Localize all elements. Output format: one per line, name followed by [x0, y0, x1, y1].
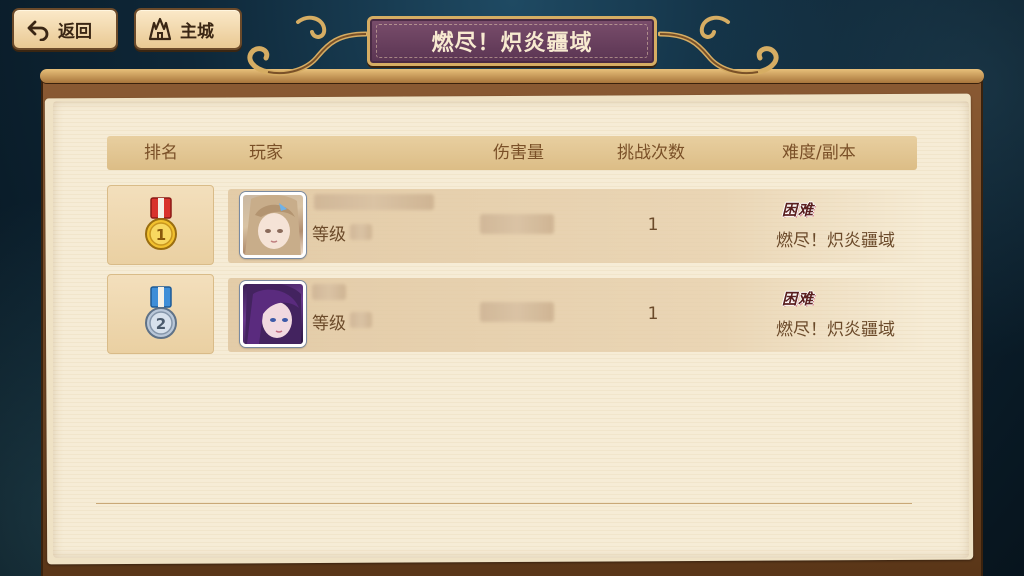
player-avatar[interactable]	[240, 281, 306, 347]
board-rim	[40, 69, 984, 83]
header-tries: 挑战次数	[617, 143, 685, 163]
castle-icon	[148, 17, 172, 41]
stage-name: 燃尽！炽炎疆域	[776, 320, 895, 340]
difficulty-badge: 困难	[782, 201, 815, 219]
rank-number: 1	[156, 226, 166, 244]
silver-medal-icon: 2	[145, 286, 177, 339]
back-arrow-icon	[27, 20, 49, 41]
player-level-label: 等级	[312, 225, 346, 245]
difficulty-badge: 困难	[782, 290, 815, 308]
header-difficulty: 难度/副本	[782, 143, 856, 163]
player-avatar[interactable]	[240, 192, 306, 258]
rank-cell: 2	[107, 274, 214, 354]
tries-value: 1	[647, 215, 659, 235]
main-city-button-label: 主城	[180, 21, 214, 42]
rank-number: 2	[156, 315, 166, 333]
player-name-redacted	[314, 194, 434, 210]
left-scroll-ornament	[247, 15, 368, 76]
player-level-label: 等级	[312, 314, 346, 334]
page-title: 燃尽！炽炎疆域	[431, 31, 593, 56]
character-portrait	[245, 284, 301, 344]
player-level-redacted	[350, 224, 372, 240]
back-button[interactable]: 返回	[12, 8, 118, 50]
gold-medal-icon: 1	[145, 197, 177, 250]
right-scroll-ornament	[658, 15, 779, 76]
damage-redacted	[480, 214, 554, 234]
character-portrait	[245, 195, 301, 255]
footer-divider	[96, 503, 912, 504]
title-plaque: 燃尽！炽炎疆域	[367, 16, 657, 66]
stage-name: 燃尽！炽炎疆域	[776, 231, 895, 251]
player-level-redacted	[350, 312, 372, 328]
table-header: 排名 玩家 伤害量 挑战次数 难度/副本	[107, 136, 917, 170]
header-rank: 排名	[144, 143, 178, 163]
player-name-redacted	[312, 284, 346, 300]
header-damage: 伤害量	[493, 143, 544, 163]
main-city-button[interactable]: 主城	[134, 8, 242, 50]
header-player: 玩家	[249, 143, 283, 163]
back-button-label: 返回	[58, 21, 92, 42]
tries-value: 1	[647, 304, 659, 324]
damage-redacted	[480, 302, 554, 322]
rank-cell: 1	[107, 185, 214, 265]
